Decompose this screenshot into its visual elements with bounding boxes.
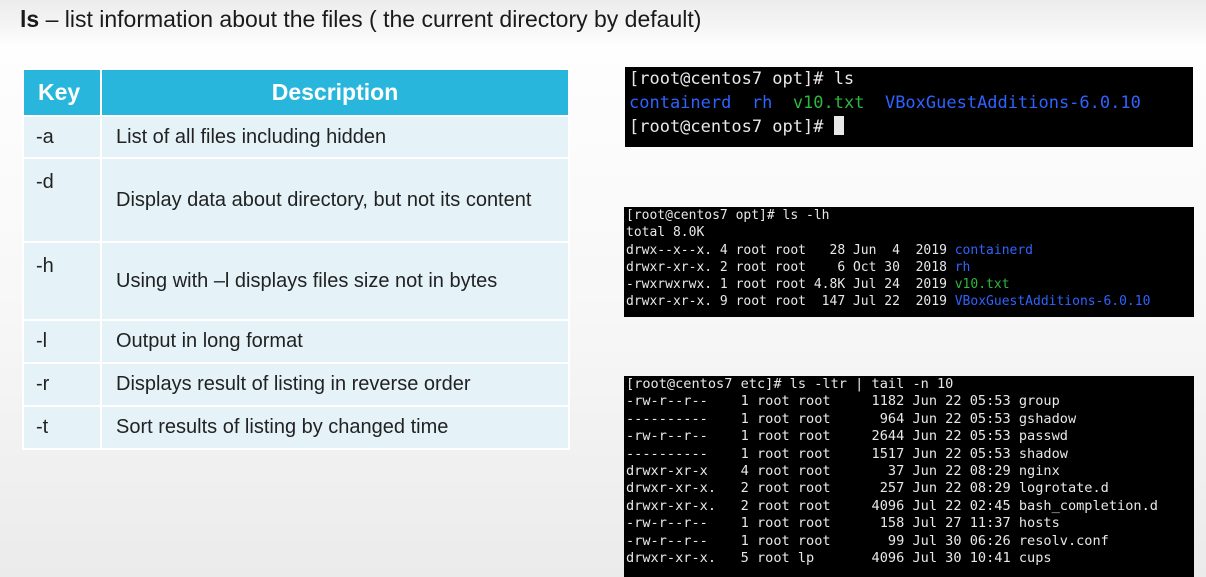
listing-name: v10.txt [954, 277, 1010, 293]
title-text: – list information about the files ( the… [39, 6, 702, 32]
terminal-line: [root@centos7 opt]# [629, 115, 1193, 139]
option-key: -t [22, 405, 102, 450]
option-description: Output in long format [100, 319, 570, 364]
option-description: Sort results of listing by changed time [100, 405, 570, 450]
table-row: -a List of all files including hidden [22, 115, 570, 159]
listing-name: containerd [954, 242, 1034, 258]
table-header-row: Key Description [22, 68, 570, 117]
option-key: -l [22, 319, 102, 364]
terminal-line: ---------- 1 root root 1517 Jun 22 05:53… [626, 445, 1068, 462]
terminal-line: [root@centos7 opt]# ls -lh [626, 208, 830, 223]
terminal-line: drwxr-xr-x. 9 root root 147 Jul 22 2019 … [626, 293, 1194, 310]
option-description: Using with –l displays files size not in… [100, 241, 570, 321]
header-description: Description [100, 68, 570, 117]
terminal-line: -rw-r--r-- 1 root root 158 Jul 27 11:37 … [626, 515, 1060, 532]
option-description: List of all files including hidden [100, 115, 570, 159]
terminal-line: drwxr-xr-x. 2 root root 6 Oct 30 2018 rh [626, 259, 1194, 276]
options-table: Key Description -a List of all files inc… [22, 68, 570, 450]
terminal-line: drwxr-xr-x 4 root root 37 Jun 22 08:29 n… [626, 463, 1060, 480]
listing-prefix: drwxr-xr-x. 2 root root 6 Oct 30 2018 [626, 259, 955, 275]
table-row: -r Displays result of listing in reverse… [22, 362, 570, 407]
option-description: Display data about directory, but not it… [100, 157, 570, 243]
terminal-line: -rw-r--r-- 1 root root 1182 Jun 22 05:53… [626, 393, 1060, 410]
terminal-line: drwx--x--x. 4 root root 28 Jun 4 2019 co… [626, 242, 1194, 259]
listing-prefix: drwx--x--x. 4 root root 28 Jun 4 2019 [626, 242, 955, 258]
terminal-prompt: [root@centos7 opt]# [629, 117, 834, 137]
table-row: -l Output in long format [22, 319, 570, 364]
option-key: -d [22, 157, 102, 243]
file-item: v10.txt [792, 93, 865, 113]
terminal-line: drwxr-xr-x. 2 root root 257 Jun 22 08:29… [626, 480, 1109, 497]
terminal-line: [root@centos7 etc]# ls -ltr | tail -n 10 [626, 376, 954, 392]
terminal-ls: [root@centos7 opt]# ls containerd rh v10.… [625, 67, 1193, 147]
terminal-line: -rwxrwxrwx. 1 root root 4.8K Jul 24 2019… [626, 276, 1194, 293]
terminal-line: [root@centos7 opt]# ls [629, 69, 855, 89]
option-key: -a [22, 115, 102, 159]
listing-prefix: drwxr-xr-x. 9 root root 147 Jul 22 2019 [626, 294, 955, 310]
file-item: containerd [629, 93, 732, 113]
table-row: -h Using with –l displays files size not… [22, 241, 570, 321]
terminal-line: containerd rh v10.txt VBoxGuestAdditions… [629, 91, 1193, 115]
option-key: -h [22, 241, 102, 321]
cursor-icon [833, 116, 844, 135]
terminal-ls-ltr: [root@centos7 etc]# ls -ltr | tail -n 10… [624, 376, 1194, 577]
table-row: -t Sort results of listing by changed ti… [22, 405, 570, 450]
terminal-line: -rw-r--r-- 1 root root 2644 Jun 22 05:53… [626, 428, 1068, 445]
file-item: VBoxGuestAdditions-6.0.10 [884, 93, 1141, 113]
terminal-ls-lh: [root@centos7 opt]# ls -lh total 8.0K drwx… [624, 207, 1194, 317]
listing-prefix: -rwxrwxrwx. 1 root root 4.8K Jul 24 2019 [626, 277, 955, 293]
table-row: -d Display data about directory, but not… [22, 157, 570, 243]
title-command: ls [20, 6, 40, 32]
file-item: rh [751, 93, 773, 113]
terminal-line: drwxr-xr-x. 5 root lp 4096 Jul 30 10:41 … [626, 550, 1052, 567]
terminal-line: ---------- 1 root root 964 Jun 22 05:53 … [626, 410, 1077, 427]
listing-name: VBoxGuestAdditions-6.0.10 [954, 294, 1151, 310]
header-key: Key [22, 68, 102, 117]
option-key: -r [22, 362, 102, 407]
slide-title: ls – list information about the files ( … [20, 6, 701, 33]
terminal-line: drwxr-xr-x. 2 root root 4096 Jul 22 02:4… [626, 497, 1158, 514]
listing-name: rh [954, 259, 971, 275]
terminal-line: -rw-r--r-- 1 root root 99 Jul 30 06:26 r… [626, 532, 1109, 549]
option-description: Displays result of listing in reverse or… [100, 362, 570, 407]
terminal-line: total 8.0K [626, 225, 705, 241]
